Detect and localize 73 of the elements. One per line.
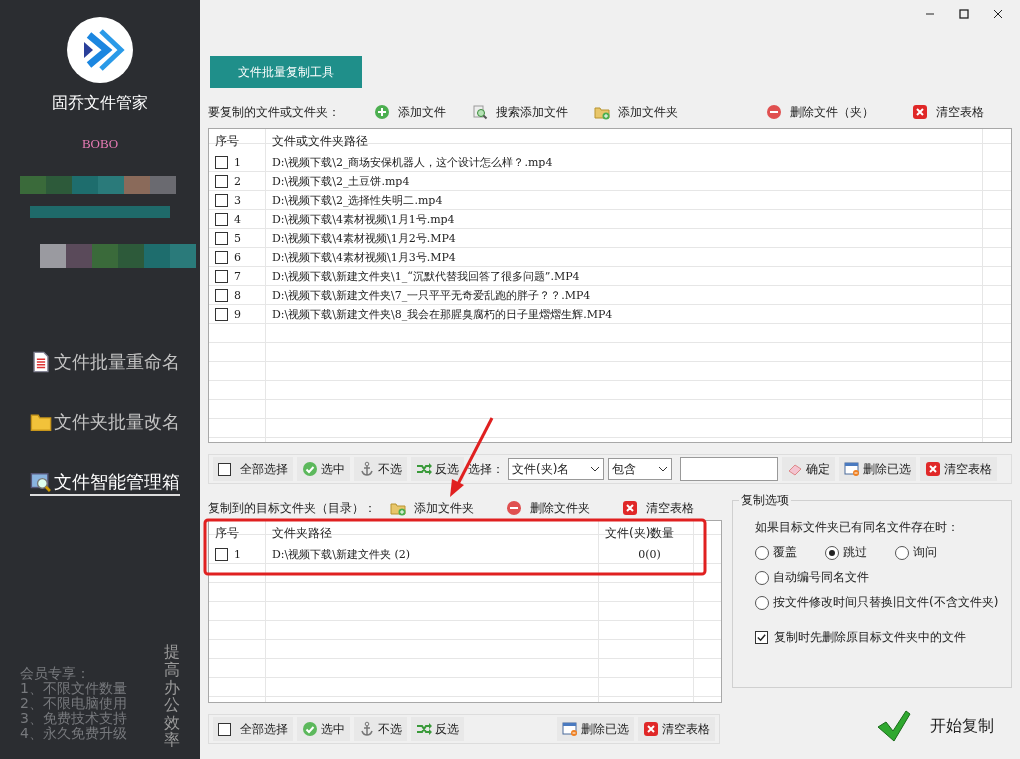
row-number: 6 [234, 251, 241, 264]
toolbar-button[interactable]: 添加文件夹 [584, 103, 688, 121]
table-cell: D:\视频下载\新建文件夹\8_我会在那腥臭腐朽的日子里熠熠生辉.MP4 [272, 307, 613, 322]
row-number: 1 [234, 156, 241, 169]
filter-label: 选择： [468, 460, 504, 478]
toolbar-button[interactable]: 删除已选 [557, 717, 634, 741]
promo-line: 3、免费技术支持 [20, 711, 127, 726]
column-header: 序号 [215, 524, 239, 542]
table-cell: D:\视频下载\4素材视频\1月2号.MP4 [272, 231, 456, 246]
user-name: BOBO [81, 136, 119, 152]
group-title: 复制选项 [739, 492, 791, 509]
field-dropdown[interactable]: 文件(夹)名 [508, 458, 604, 480]
promo-line: 1、不限文件数量 [20, 681, 127, 696]
table-cell: D:\视频下载\新建文件夹 (2) [272, 547, 410, 562]
radio-option[interactable]: 询问 [895, 544, 937, 561]
toolbar-button[interactable]: 选中 [297, 457, 350, 481]
row-number: 7 [234, 270, 241, 283]
table-cell: D:\视频下载\2_选择性失明二.mp4 [272, 193, 443, 208]
row-number: 1 [234, 548, 241, 561]
radio-option[interactable]: 按文件修改时间只替换旧文件(不含文件夹) [755, 594, 1001, 611]
table-cell: D:\视频下载\新建文件夹\7_一只平平无奇爱乱跑的胖子？？.MP4 [272, 288, 591, 303]
promo-title: 会员专享： [20, 666, 91, 681]
select-all-checkbox[interactable]: 全部选择 [213, 457, 293, 481]
promo-line: 2、不限电脑使用 [20, 696, 127, 711]
column-header: 文件夹路径 [272, 524, 332, 542]
option-prompt: 如果目标文件夹已有同名文件存在时： [755, 519, 960, 536]
tab[interactable]: 文件批量复制工具 [210, 56, 362, 88]
app-name: 固乔文件管家 [52, 93, 148, 114]
confirm-button[interactable]: 确定 [782, 457, 835, 481]
toolbar-button[interactable]: 删除文件（夹） [756, 103, 884, 121]
toolbar-button[interactable]: 不选 [354, 717, 407, 741]
column-header: 文件或文件夹路径 [272, 132, 368, 150]
table-cell: D:\视频下载\4素材视频\1月1号.mp4 [272, 212, 455, 227]
select-all-checkbox[interactable]: 全部选择 [213, 717, 293, 741]
toolbar-button[interactable]: 添加文件 [364, 103, 456, 121]
radio-option[interactable]: 覆盖 [755, 544, 797, 561]
row-number: 8 [234, 289, 241, 302]
toolbar-button[interactable]: 不选 [354, 457, 407, 481]
table-cell: D:\视频下载\2_土豆饼.mp4 [272, 174, 410, 189]
toolbar-button[interactable]: 清空表格 [920, 457, 997, 481]
toolbar-button[interactable]: 清空表格 [902, 103, 994, 121]
nav-item[interactable]: 文件智能管理箱 [30, 470, 180, 496]
row-number: 2 [234, 175, 241, 188]
table-cell: D:\视频下载\4素材视频\1月3号.MP4 [272, 250, 456, 265]
row-number: 3 [234, 194, 241, 207]
column-header: 序号 [215, 132, 239, 150]
toolbar-button[interactable]: 选中 [297, 717, 350, 741]
table-cell: D:\视频下载\2_商场安保机器人，这个设计怎么样？.mp4 [272, 155, 553, 170]
section-label: 复制到的目标文件夹（目录）： [208, 499, 376, 517]
toolbar-button[interactable]: 删除文件夹 [496, 499, 600, 517]
row-number: 5 [234, 232, 241, 245]
start-copy-button[interactable]: 开始复制 [870, 708, 1000, 744]
table-cell: 0(0) [638, 548, 661, 561]
toolbar-button[interactable]: 清空表格 [612, 499, 704, 517]
mode-dropdown[interactable]: 包含 [608, 458, 672, 480]
row-number: 4 [234, 213, 241, 226]
table-cell: D:\视频下载\新建文件夹\1_“沉默代替我回答了很多问题”.MP4 [272, 269, 580, 284]
toolbar-button[interactable]: 添加文件夹 [380, 499, 484, 517]
nav-item[interactable]: 文件夹批量改名 [30, 410, 180, 436]
nav-item[interactable]: 文件批量重命名 [30, 350, 180, 376]
column-header: 文件(夹)数量 [605, 524, 675, 542]
radio-option[interactable]: 跳过 [825, 544, 867, 561]
toolbar-button[interactable]: 搜索添加文件 [462, 103, 578, 121]
slogan: 提高办公效率 [164, 643, 180, 749]
radio-option[interactable]: 自动编号同名文件 [755, 569, 1001, 586]
row-number: 9 [234, 308, 241, 321]
section-label: 要复制的文件或文件夹： [208, 103, 340, 121]
toolbar-button[interactable]: 删除已选 [839, 457, 916, 481]
toolbar-button[interactable]: 反选 [411, 717, 464, 741]
checkbox-option[interactable]: 复制时先删除原目标文件夹中的文件 [755, 629, 1001, 646]
toolbar-button[interactable]: 反选 [411, 457, 464, 481]
promo-line: 4、永久免费升级 [20, 726, 127, 741]
toolbar-button[interactable]: 清空表格 [638, 717, 715, 741]
